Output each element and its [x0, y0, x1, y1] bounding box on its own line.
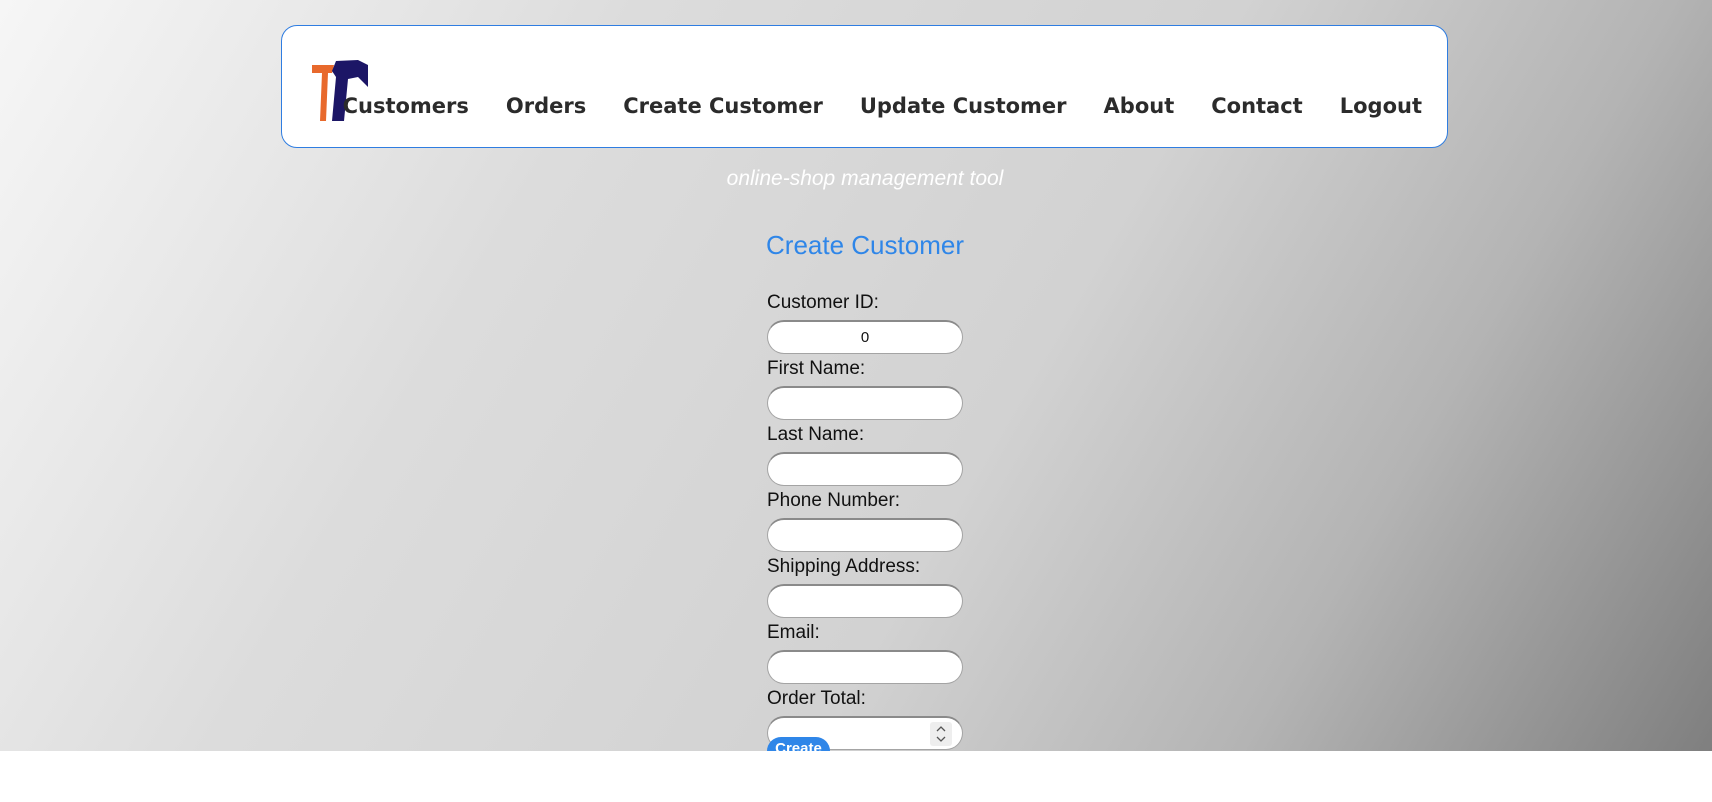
customer-id-label: Customer ID:: [767, 292, 879, 313]
nav-create-customer[interactable]: Create Customer: [623, 94, 823, 118]
nav-about[interactable]: About: [1104, 94, 1175, 118]
shipping-address-label: Shipping Address:: [767, 556, 921, 577]
create-button[interactable]: Create: [767, 737, 830, 751]
main-nav: Customers Orders Create Customer Update …: [343, 94, 1422, 118]
number-spinner[interactable]: [930, 722, 952, 746]
phone-number-label: Phone Number:: [767, 490, 901, 511]
page-background: Customers Orders Create Customer Update …: [0, 0, 1712, 751]
last-name-input[interactable]: [767, 452, 963, 486]
nav-contact[interactable]: Contact: [1211, 94, 1303, 118]
email-label: Email:: [767, 622, 820, 643]
nav-update-customer[interactable]: Update Customer: [860, 94, 1067, 118]
nav-logout[interactable]: Logout: [1340, 94, 1422, 118]
spinner-arrows-icon: [936, 726, 946, 742]
nav-customers[interactable]: Customers: [343, 94, 469, 118]
phone-number-input[interactable]: [767, 518, 963, 552]
order-total-label: Order Total:: [767, 688, 866, 709]
email-input[interactable]: [767, 650, 963, 684]
page-title: Create Customer: [766, 230, 964, 260]
first-name-input[interactable]: [767, 386, 963, 420]
tagline: online-shop management tool: [726, 167, 1004, 190]
create-customer-form: Customer ID: 0 First Name: Last Name: Ph…: [767, 290, 967, 751]
nav-orders[interactable]: Orders: [506, 94, 586, 118]
customer-id-input[interactable]: 0: [767, 320, 963, 354]
first-name-label: First Name:: [767, 358, 866, 379]
last-name-label: Last Name:: [767, 424, 865, 445]
shipping-address-input[interactable]: [767, 584, 963, 618]
top-navbar: Customers Orders Create Customer Update …: [281, 25, 1448, 148]
